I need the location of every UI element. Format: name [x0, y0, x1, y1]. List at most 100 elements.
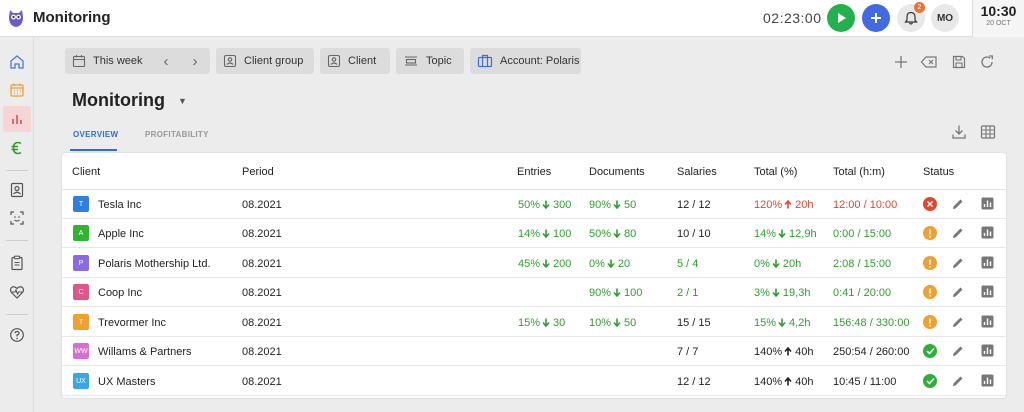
arrow-up-icon — [784, 376, 792, 386]
sidebar-item-contacts[interactable] — [3, 177, 31, 203]
column-header-total-hours[interactable]: Total (h:m) — [833, 166, 885, 178]
column-header-documents[interactable]: Documents — [589, 166, 645, 178]
total-hm-cell: 10:45 / 11:00 — [833, 376, 897, 388]
table-row[interactable]: C Coop Inc 08.2021 90% 100 2 / 1 3% 19,3h 0:41 /… — [62, 278, 1006, 307]
edit-icon[interactable] — [951, 344, 965, 358]
total-hm-cell: 0:00 / 15:00 — [833, 228, 892, 240]
refresh-icon — [981, 55, 993, 68]
edit-icon[interactable] — [951, 315, 965, 329]
period-cell: 08.2021 — [242, 376, 282, 388]
sidebar-item-home[interactable] — [3, 49, 31, 75]
sidebar-divider — [6, 314, 28, 315]
column-header-period[interactable]: Period — [242, 166, 274, 178]
page-title: Monitoring — [72, 90, 165, 110]
stats-icon[interactable] — [981, 197, 994, 210]
download-button[interactable] — [950, 123, 968, 141]
arrow-down-icon — [607, 259, 615, 269]
column-header-salaries[interactable]: Salaries — [677, 166, 717, 178]
period-cell: 08.2021 — [242, 199, 282, 211]
briefcase-icon — [477, 54, 493, 68]
add-filter-button[interactable] — [892, 53, 910, 71]
edit-icon[interactable] — [951, 256, 965, 270]
user-avatar[interactable]: MO — [931, 4, 959, 32]
edit-icon[interactable] — [951, 374, 965, 388]
clear-filters-button[interactable] — [920, 53, 938, 71]
next-week-button[interactable]: › — [185, 48, 205, 74]
documents-cell: 50% 80 — [589, 228, 636, 240]
topic-label: Topic — [426, 55, 452, 67]
documents-value: 50 — [624, 199, 637, 211]
sidebar-item-monitoring[interactable] — [3, 106, 31, 132]
tab-overview[interactable]: OVERVIEW — [73, 130, 118, 139]
edit-icon[interactable] — [951, 226, 965, 240]
sidebar-item-finance[interactable] — [3, 135, 31, 161]
sidebar-item-health[interactable] — [3, 279, 31, 305]
table-row[interactable]: P Polaris Mothership Ltd. 08.2021 45% 200 0% 2… — [62, 249, 1006, 278]
save-button[interactable] — [950, 53, 968, 71]
contact-card-icon — [10, 182, 24, 198]
client-name[interactable]: Coop Inc — [98, 287, 142, 299]
account-filter[interactable]: Account: Polaris — [470, 48, 581, 74]
column-header-entries[interactable]: Entries — [517, 166, 551, 178]
sidebar-item-calendar[interactable] — [3, 77, 31, 103]
table-row[interactable]: T Tesla Inc 08.2021 50% 300 90% 50 12 / 12 120% 2… — [62, 190, 1006, 219]
previous-week-button[interactable]: ‹ — [156, 48, 176, 74]
client-icon — [327, 54, 341, 68]
table-row[interactable]: WW Willams & Partners 08.2021 7 / 7 140% 40h 2… — [62, 337, 1006, 366]
refresh-button[interactable] — [978, 53, 996, 71]
documents-percent: 50% — [589, 228, 612, 240]
stats-icon[interactable] — [981, 285, 994, 298]
total-hm-cell: 156:48 / 330:00 — [833, 317, 910, 329]
table-row[interactable]: A Apple Inc 08.2021 14% 100 50% 80 10 / 10 14% 12… — [62, 219, 1006, 248]
client-name[interactable]: Apple Inc — [98, 228, 144, 240]
client-group-filter[interactable]: Client group — [216, 48, 314, 74]
topic-filter[interactable]: Topic — [396, 48, 464, 74]
stats-icon[interactable] — [981, 256, 994, 269]
table-row[interactable]: UX UX Masters 08.2021 12 / 12 140% 40h 10:45 /… — [62, 367, 1006, 396]
column-header-total-percent[interactable]: Total (%) — [754, 166, 797, 178]
chevron-down-icon[interactable]: ▼ — [178, 96, 187, 106]
face-scan-icon — [10, 211, 24, 225]
client-name[interactable]: Polaris Mothership Ltd. — [98, 258, 211, 270]
sidebar-item-scan[interactable] — [3, 205, 31, 231]
clipboard-icon — [11, 255, 23, 271]
documents-cell: 10% 50 — [589, 317, 636, 329]
arrow-down-icon — [778, 229, 786, 239]
client-name[interactable]: Willams & Partners — [98, 346, 192, 358]
client-name[interactable]: UX Masters — [98, 376, 155, 388]
status-error-icon — [923, 197, 937, 211]
play-button[interactable] — [827, 4, 855, 32]
documents-cell: 90% 50 — [589, 199, 636, 211]
arrow-down-icon — [772, 288, 780, 298]
total-percent-cell: 15% 4,2h — [754, 317, 810, 329]
arrow-up-icon — [784, 199, 792, 209]
documents-value: 50 — [624, 317, 637, 329]
client-name[interactable]: Tesla Inc — [98, 199, 141, 211]
client-filter[interactable]: Client — [320, 48, 390, 74]
arrow-down-icon — [613, 229, 621, 239]
total-hours-delta: 40h — [795, 346, 814, 358]
column-header-client[interactable]: Client — [72, 166, 100, 178]
add-button[interactable] — [862, 4, 890, 32]
edit-icon[interactable] — [951, 197, 965, 211]
table-view-button[interactable] — [979, 123, 997, 141]
status-warning-icon — [923, 315, 937, 329]
client-badge: C — [73, 284, 89, 300]
stats-icon[interactable] — [981, 344, 994, 357]
entries-cell: 50% 300 — [518, 199, 571, 211]
sidebar-item-help[interactable] — [3, 322, 31, 348]
entries-percent: 14% — [518, 228, 541, 240]
sidebar-item-tasks[interactable] — [3, 250, 31, 276]
table-row[interactable]: T Trevormer Inc 08.2021 15% 30 10% 50 15 / 15 15… — [62, 308, 1006, 337]
stats-icon[interactable] — [981, 315, 994, 328]
column-header-status[interactable]: Status — [923, 166, 954, 178]
edit-icon[interactable] — [951, 285, 965, 299]
stats-icon[interactable] — [981, 226, 994, 239]
home-icon — [10, 55, 24, 69]
tab-profitability[interactable]: PROFITABILITY — [145, 130, 209, 139]
stats-icon[interactable] — [981, 374, 994, 387]
total-percent-cell: 120% 20h — [754, 199, 814, 211]
period-cell: 08.2021 — [242, 258, 282, 270]
client-name[interactable]: Trevormer Inc — [98, 317, 166, 329]
owl-logo-icon — [9, 10, 23, 27]
